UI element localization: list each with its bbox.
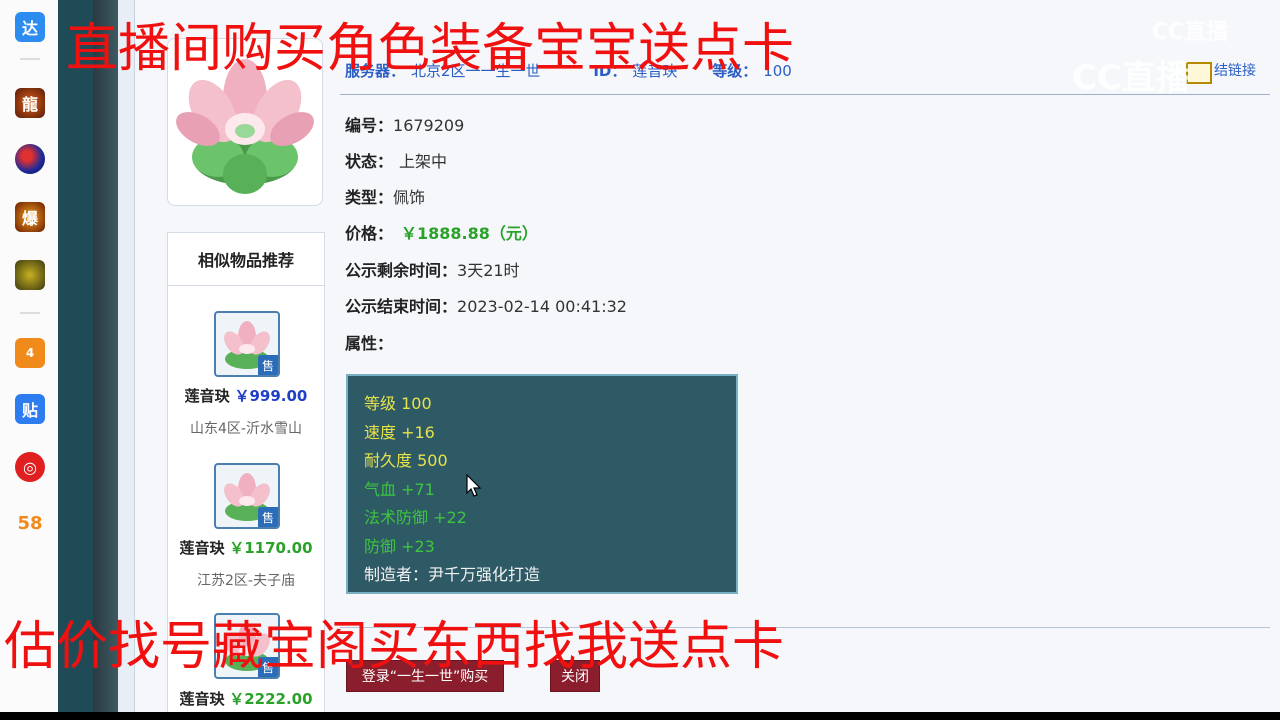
type-value: 佩饰 [393,188,426,207]
attr-durability: 耐久度 500 [364,451,448,470]
field-remaining-time: 公示剩余时间：3天21时 [345,257,520,281]
similar-item-name[interactable]: 莲音玦 ￥1170.00 [168,537,324,558]
stream-overlay-bottom: 估价找号藏宝阁买东西找我送点卡 [4,617,785,677]
similar-item-price: ￥2222.00 [229,690,313,708]
field-end-time: 公示结束时间：2023-02-14 00:41:32 [345,293,627,317]
stream-overlay-top: 直播间购买角色装备宝宝送点卡 [66,19,795,79]
similar-item-title: 莲音玦 [179,539,225,557]
frame-bottom-bar [0,712,1280,720]
tieba-icon[interactable]: 贴 [15,394,45,424]
similar-item-title: 莲音玦 [179,690,225,708]
attr-hp: 气血 +71 [364,480,435,499]
boost-game-icon[interactable] [15,260,45,290]
attr-magic-defense: 法术防御 +22 [364,508,467,527]
number-label: 编号： [345,116,394,135]
type-label: 类型： [345,188,394,207]
sale-badge: 售 [258,355,278,375]
similar-item-thumb[interactable]: 售 [214,463,280,529]
attributes-label: 属性： [345,334,394,353]
field-price: 价格： ￥1888.88（元） [345,220,538,244]
end-time-label: 公示结束时间： [345,297,458,316]
netease-music-icon[interactable]: ◎ [15,452,45,482]
remaining-value: 3天21时 [457,261,520,280]
attr-speed: 速度 +16 [364,423,435,442]
price-value: ￥1888.88（元） [401,224,538,243]
link-text[interactable]: 结链接 [1214,60,1256,80]
field-status: 状态： 上架中 [345,148,447,172]
explode-game-icon[interactable]: 爆 [15,202,45,232]
dada-app-icon[interactable]: 达 [15,12,45,42]
similar-items-title: 相似物品推荐 [168,233,324,286]
end-time-value: 2023-02-14 00:41:32 [457,297,627,316]
orb-game-icon[interactable] [15,144,45,174]
field-attributes: 属性： [345,330,393,354]
attribute-panel: 等级 100 速度 +16 耐久度 500 气血 +71 法术防御 +22 防御… [346,374,738,594]
mouse-cursor-icon [466,474,482,497]
dock-divider [20,312,40,314]
similar-item-price: ￥999.00 [234,387,308,405]
similar-item-server: 山东4区-沂水雪山 [190,421,302,437]
attr-maker: 制造者：尹千万强化打造 [364,565,541,584]
similar-item-server: 江苏2区-夫子庙 [197,573,295,589]
field-type: 类型：佩饰 [345,184,425,208]
cc-watermark-large: CC直播 [1072,58,1190,98]
status-value: 上架中 [399,152,448,171]
similar-item-name[interactable]: 莲音玦 ￥2222.00 [168,688,324,709]
cc-watermark-small: CC直播 [1152,20,1229,45]
field-number: 编号：1679209 [345,112,464,136]
attr-level: 等级 100 [364,394,432,413]
app-58-icon[interactable]: 58 [15,508,45,538]
app-4399-icon[interactable]: 4 [15,338,45,368]
similar-item-thumb[interactable]: 售 [214,311,280,377]
dock-divider [20,58,40,60]
similar-item-price: ￥1170.00 [229,539,313,557]
attr-defense: 防御 +23 [364,537,435,556]
sale-badge: 售 [258,507,278,527]
dragon-game-icon[interactable]: 龍 [15,88,45,118]
price-label: 价格： [345,224,394,243]
status-label: 状态： [345,152,394,171]
similar-item-name[interactable]: 莲音玦 ￥999.00 [168,385,324,406]
similar-item-title: 莲音玦 [184,387,230,405]
number-value: 1679209 [393,116,465,135]
remaining-label: 公示剩余时间： [345,261,458,280]
